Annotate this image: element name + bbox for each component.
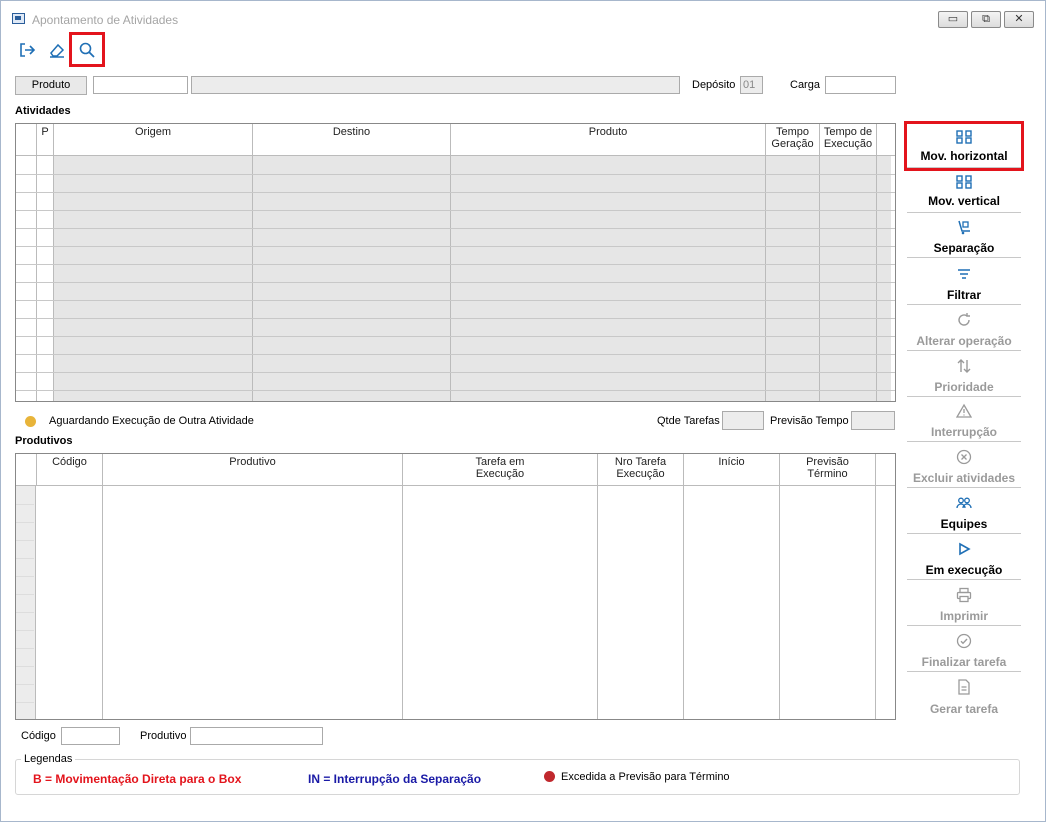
imprimir-label: Imprimir (939, 609, 988, 623)
document-icon (958, 679, 970, 695)
prioridade-label: Prioridade (934, 380, 994, 394)
gerar-tarefa-label: Gerar tarefa (929, 702, 999, 716)
warning-icon (956, 403, 972, 418)
app-icon (12, 13, 25, 24)
atividades-title: Atividades (15, 105, 71, 117)
imprimir-button[interactable]: Imprimir (907, 581, 1021, 626)
printer-icon (956, 587, 972, 603)
filtrar-label: Filtrar (946, 288, 981, 302)
equipes-label: Equipes (940, 517, 988, 531)
refresh-icon (958, 313, 970, 326)
col-selector (16, 454, 37, 485)
produtivos-title: Produtivos (15, 435, 73, 447)
interrupcao-label: Interrupção (930, 425, 997, 439)
sort-arrows-icon (957, 359, 971, 373)
mov-vertical-label: Mov. vertical (928, 194, 1000, 208)
qtde-tarefas-label: Qtde Tarefas (657, 415, 720, 427)
filtrar-button[interactable]: Filtrar (907, 260, 1021, 305)
window-title: Apontamento de Atividades (32, 13, 179, 27)
col-produto[interactable]: Produto (451, 124, 766, 155)
previsao-tempo-field (851, 411, 895, 430)
carga-label: Carga (790, 79, 820, 91)
produtivo-input[interactable] (190, 727, 323, 745)
picking-icon (958, 220, 970, 235)
qtde-tarefas-field (722, 411, 764, 430)
col-p[interactable]: P (37, 124, 54, 155)
equipes-button[interactable]: Equipes (907, 489, 1021, 534)
em-execucao-button[interactable]: Em execução (907, 535, 1021, 580)
finalizar-tarefa-label: Finalizar tarefa (921, 655, 1007, 669)
separacao-button[interactable]: Separação (907, 213, 1021, 258)
mov-horizontal-highlight (904, 121, 1024, 171)
search-highlight (69, 32, 105, 67)
col-tarefa-execucao[interactable]: Tarefa em Execução (403, 454, 598, 485)
col-inicio[interactable]: Início (684, 454, 780, 485)
excluir-atividades-label: Excluir atividades (912, 471, 1016, 485)
exit-button[interactable] (13, 35, 41, 65)
codigo-input[interactable] (61, 727, 120, 745)
col-produtivo[interactable]: Produtivo (103, 454, 403, 485)
legend-in: IN = Interrupção da Separação (308, 772, 482, 786)
legend-excedida: Excedida a Previsão para Término (561, 771, 730, 783)
col-codigo[interactable]: Código (37, 454, 103, 485)
carga-input[interactable] (825, 76, 896, 94)
minimize-button[interactable]: ▭ (938, 11, 968, 28)
excedida-dot (544, 771, 555, 782)
col-origem[interactable]: Origem (54, 124, 253, 155)
waiting-status-label: Aguardando Execução de Outra Atividade (49, 415, 254, 427)
grid-move-icon (956, 175, 972, 189)
excluir-atividades-button[interactable]: Excluir atividades (907, 443, 1021, 488)
exit-icon (20, 43, 36, 57)
col-selector (16, 124, 37, 155)
restore-button[interactable]: ⧉ (971, 11, 1001, 28)
close-button[interactable]: ✕ (1004, 11, 1034, 28)
title-bar: Apontamento de Atividades ▭ ⧉ ✕ (1, 1, 1045, 31)
atividades-header: P Origem Destino Produto Tempo Geração T… (16, 124, 895, 156)
legend-b: B = Movimentação Direta para o Box (33, 772, 242, 786)
prioridade-button[interactable]: Prioridade (907, 352, 1021, 397)
col-tempo-geracao[interactable]: Tempo Geração (766, 124, 820, 155)
deposito-field: 01 (740, 76, 763, 94)
produtivos-grid[interactable]: Código Produtivo Tarefa em Execução Nro … (15, 453, 896, 720)
produto-code-input[interactable] (93, 76, 188, 94)
codigo-label: Código (21, 730, 56, 742)
produtivos-header: Código Produtivo Tarefa em Execução Nro … (16, 454, 895, 486)
eraser-icon (50, 43, 65, 58)
legendas-title: Legendas (21, 753, 76, 765)
gerar-tarefa-button[interactable]: Gerar tarefa (907, 673, 1021, 718)
produtivo-label: Produtivo (140, 730, 187, 742)
atividades-grid[interactable]: P Origem Destino Produto Tempo Geração T… (15, 123, 896, 402)
separacao-label: Separação (933, 241, 995, 255)
filter-icon (958, 269, 970, 279)
col-destino[interactable]: Destino (253, 124, 451, 155)
team-icon (956, 497, 972, 509)
produto-desc-input (191, 76, 680, 94)
delete-circle-icon (956, 449, 972, 465)
produto-button[interactable]: Produto (15, 76, 87, 95)
interrupcao-button[interactable]: Interrupção (907, 397, 1021, 442)
deposito-label: Depósito (692, 79, 736, 91)
col-previsao-termino[interactable]: Previsão Término (780, 454, 876, 485)
alterar-operacao-label: Alterar operação (916, 334, 1012, 348)
em-execucao-label: Em execução (925, 563, 1003, 577)
previsao-tempo-label: Previsão Tempo (770, 415, 849, 427)
finalizar-tarefa-button[interactable]: Finalizar tarefa (907, 627, 1021, 672)
mov-vertical-button[interactable]: Mov. vertical (907, 168, 1021, 213)
clear-button[interactable] (43, 35, 71, 65)
alterar-operacao-button[interactable]: Alterar operação (907, 306, 1021, 351)
check-circle-icon (956, 633, 972, 649)
waiting-status-dot (25, 416, 36, 427)
play-icon (959, 542, 971, 556)
main-window: Apontamento de Atividades ▭ ⧉ ✕ Produto … (0, 0, 1046, 822)
col-nro-tarefa[interactable]: Nro Tarefa Execução (598, 454, 684, 485)
col-tempo-execucao[interactable]: Tempo de Execução (820, 124, 877, 155)
